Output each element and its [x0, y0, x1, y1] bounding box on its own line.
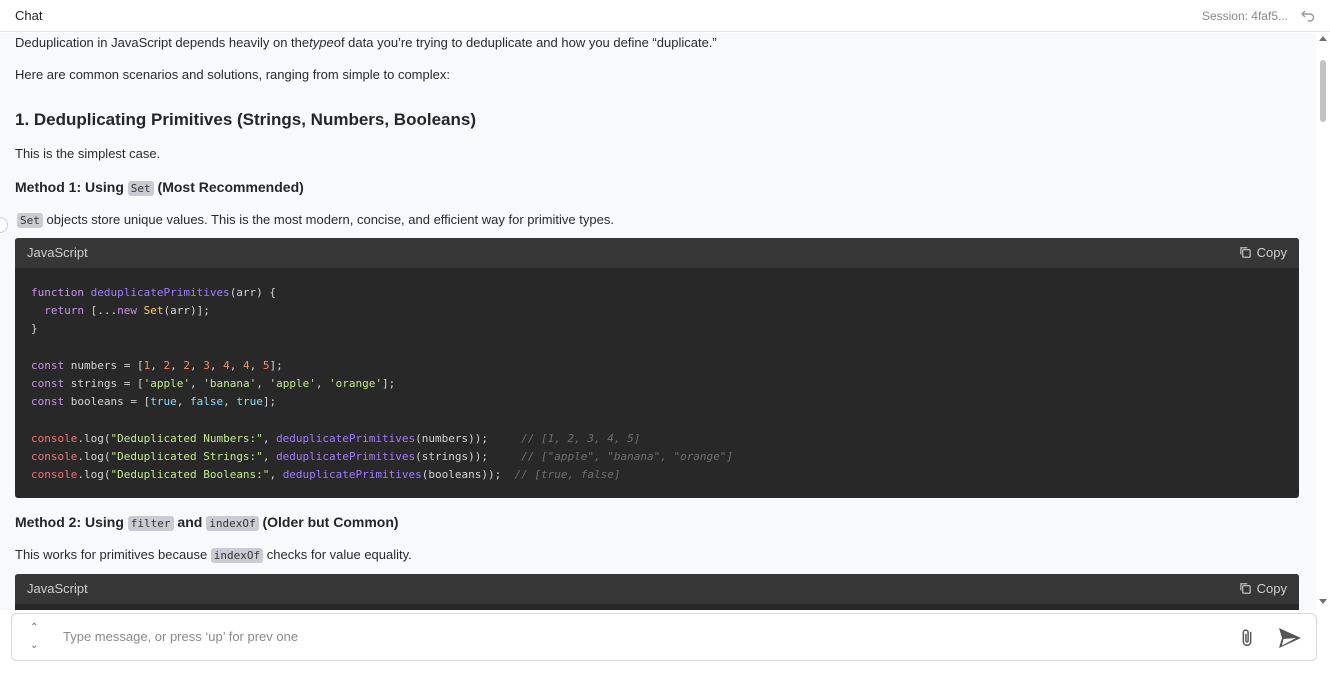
method2-heading: Method 2: Using filter and indexOf (Olde…	[15, 514, 399, 531]
history-up-icon[interactable]: ⌃	[30, 622, 38, 633]
code-language: JavaScript	[27, 245, 88, 260]
method1-heading: Method 1: Using Set (Most Recommended)	[15, 179, 304, 196]
chat-message-area: Deduplication in JavaScript depends heav…	[0, 33, 1316, 610]
copy-button[interactable]: Copy	[1239, 581, 1287, 596]
composer: ⌃ ⌄	[0, 610, 1330, 676]
undo-icon[interactable]	[1300, 7, 1316, 23]
message-box: ⌃ ⌄	[11, 613, 1317, 661]
set-description: Set objects store unique values. This is…	[17, 212, 614, 228]
scroll-down-icon[interactable]	[1319, 599, 1327, 604]
session-id: Session: 4faf5...	[1201, 9, 1288, 23]
works-paragraph: This works for primitives because indexO…	[15, 547, 412, 563]
copy-icon	[1239, 583, 1251, 594]
send-icon[interactable]	[1278, 627, 1302, 649]
scenarios-paragraph: Here are common scenarios and solutions,…	[15, 67, 450, 82]
code-block-1: JavaScript Copy function deduplicatePrim…	[15, 238, 1299, 498]
chat-header: Chat Session: 4faf5...	[0, 0, 1330, 32]
code-block-header: JavaScript Copy	[15, 238, 1299, 268]
history-down-icon[interactable]: ⌄	[30, 640, 38, 651]
code-block-2: JavaScript Copy	[15, 574, 1299, 610]
paperclip-icon[interactable]	[1236, 627, 1258, 649]
message-input[interactable]	[61, 628, 1215, 645]
scroll-up-icon[interactable]	[1319, 36, 1327, 41]
scrollbar-thumb[interactable]	[1320, 60, 1326, 122]
intro-paragraph: Deduplication in JavaScript depends heav…	[15, 35, 717, 50]
code-content: function deduplicatePrimitives(arr) { re…	[31, 286, 734, 482]
code-language: JavaScript	[27, 581, 88, 596]
code-block-header: JavaScript Copy	[15, 574, 1299, 604]
section-heading: 1. Deduplicating Primitives (Strings, Nu…	[15, 110, 476, 129]
page-title: Chat	[15, 8, 43, 23]
copy-icon	[1239, 247, 1251, 258]
simplest-paragraph: This is the simplest case.	[15, 146, 161, 161]
copy-button[interactable]: Copy	[1239, 245, 1287, 260]
